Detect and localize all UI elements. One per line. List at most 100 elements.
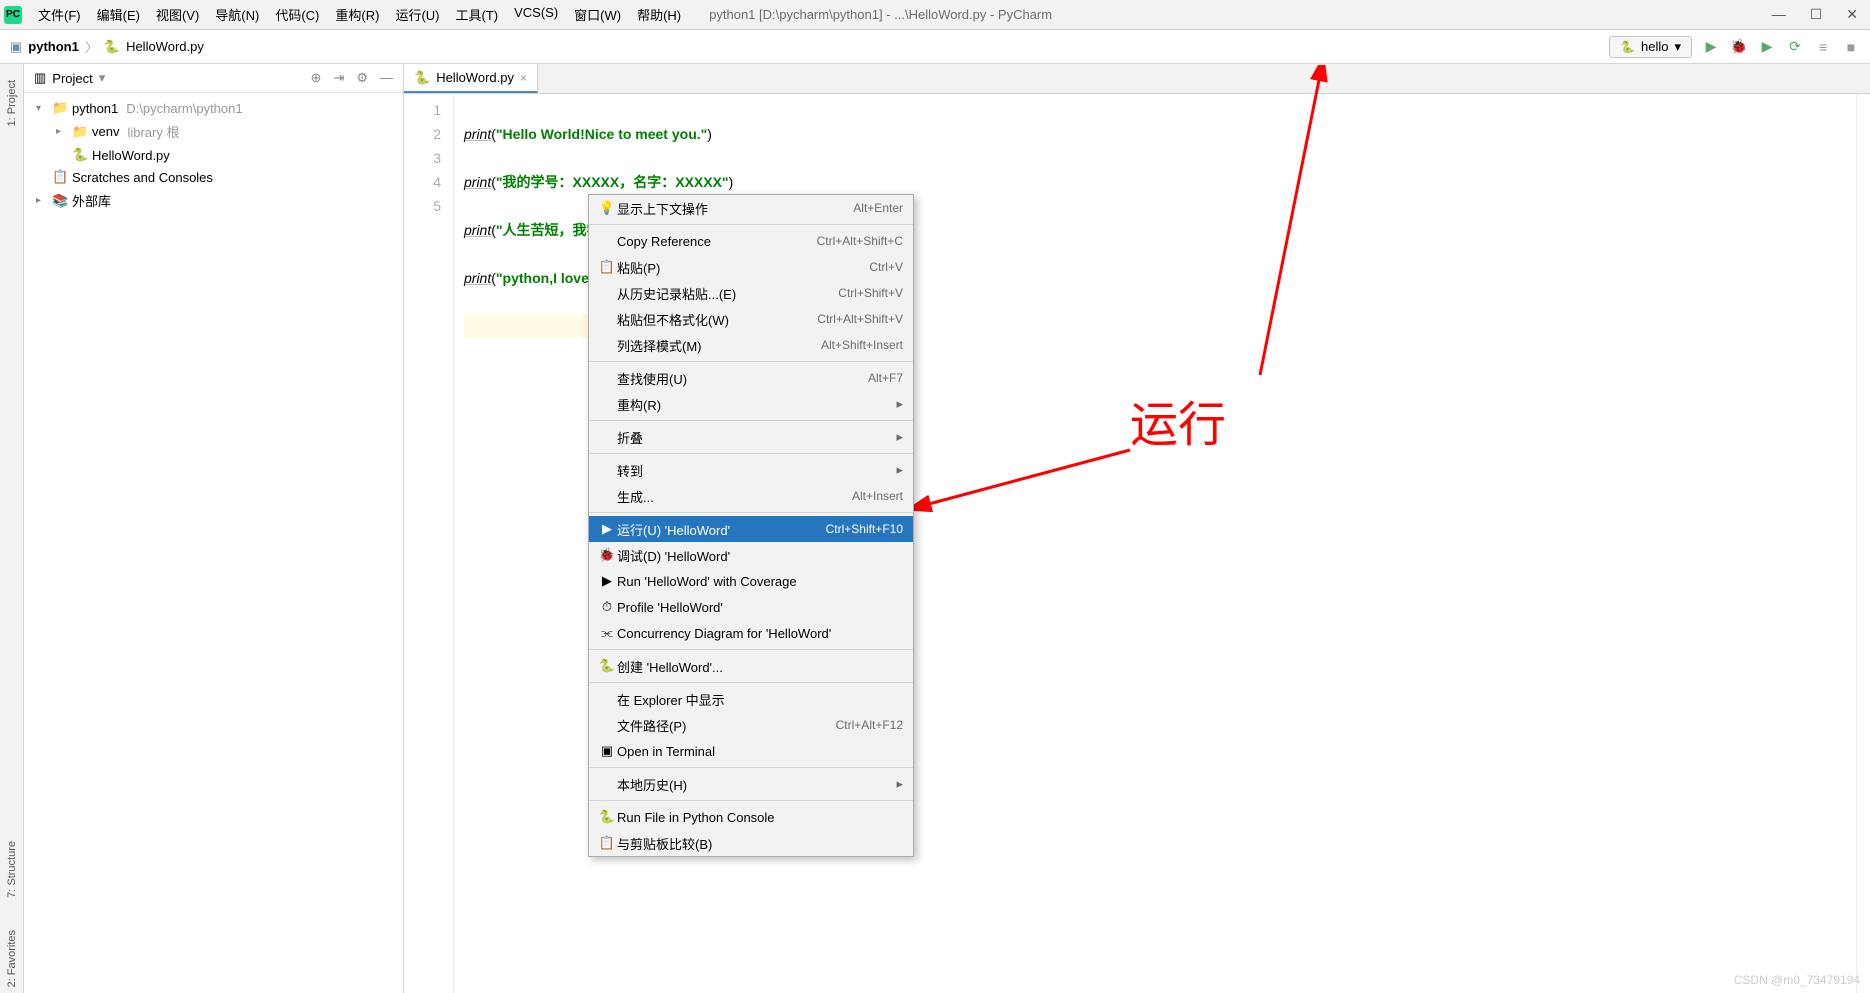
menu-separator bbox=[589, 453, 913, 454]
context-menu-item[interactable]: 重构(R)▸ bbox=[589, 391, 913, 417]
context-menu-item[interactable]: 粘贴但不格式化(W)Ctrl+Alt+Shift+V bbox=[589, 306, 913, 332]
maximize-icon[interactable]: ☐ bbox=[1810, 6, 1823, 23]
tool-tab-favorites[interactable]: 2: Favorites bbox=[4, 924, 20, 993]
close-icon[interactable]: ✕ bbox=[1846, 6, 1858, 23]
context-menu-item[interactable]: 列选择模式(M)Alt+Shift+Insert bbox=[589, 332, 913, 358]
menu-separator bbox=[589, 682, 913, 683]
debug-button[interactable]: 🐞 bbox=[1730, 38, 1748, 56]
app-logo-icon: PC bbox=[4, 6, 22, 24]
tree-node-label: venv bbox=[92, 124, 119, 139]
tree-row[interactable]: ▾📁python1D:\pycharm\python1 bbox=[24, 97, 403, 119]
tree-row[interactable]: 📋Scratches and Consoles bbox=[24, 166, 403, 188]
context-menu-item[interactable]: 🐞调试(D) 'HelloWord' bbox=[589, 542, 913, 568]
menu-item-label: 粘贴但不格式化(W) bbox=[617, 310, 817, 329]
menu-item-label: 生成... bbox=[617, 487, 852, 506]
context-menu-item[interactable]: ▶运行(U) 'HelloWord'Ctrl+Shift+F10 bbox=[589, 516, 913, 542]
tree-arrow-icon[interactable]: ▸ bbox=[36, 195, 48, 206]
breadcrumb-project[interactable]: python1 bbox=[28, 39, 79, 54]
python-file-icon: 🐍 bbox=[414, 70, 430, 86]
tree-row[interactable]: ▸📚外部库 bbox=[24, 188, 403, 213]
submenu-arrow-icon: ▸ bbox=[896, 429, 903, 445]
tool-tab-project[interactable]: 1: Project bbox=[4, 74, 20, 132]
target-icon[interactable]: ⊕ bbox=[311, 70, 322, 86]
tree-arrow-icon[interactable]: ▸ bbox=[56, 126, 68, 137]
menu-item[interactable]: 重构(R) bbox=[327, 1, 387, 28]
annotation-run-label: 运行 bbox=[1130, 385, 1226, 455]
window-title: python1 [D:\pycharm\python1] - ...\Hello… bbox=[709, 7, 1052, 22]
breadcrumb: ▣ python1 〉 🐍 HelloWord.py bbox=[10, 37, 204, 56]
chevron-down-icon: ▾ bbox=[1674, 39, 1681, 55]
menu-item-icon: ▶ bbox=[597, 521, 617, 537]
menu-item-label: 文件路径(P) bbox=[617, 716, 836, 735]
context-menu-item[interactable]: 🐍创建 'HelloWord'... bbox=[589, 653, 913, 679]
left-tool-stripe: 1: Project 7: Structure 2: Favorites bbox=[0, 64, 24, 993]
breadcrumb-file[interactable]: HelloWord.py bbox=[126, 39, 204, 54]
profile-button[interactable]: ⟳ bbox=[1786, 38, 1804, 56]
menu-item[interactable]: VCS(S) bbox=[506, 1, 566, 28]
tree-node-path: D:\pycharm\python1 bbox=[126, 101, 242, 116]
menu-item-icon: ⏱ bbox=[597, 599, 617, 615]
context-menu-item[interactable]: 从历史记录粘贴...(E)Ctrl+Shift+V bbox=[589, 280, 913, 306]
tree-row[interactable]: ▸ 📁 venv library 根 bbox=[24, 119, 403, 144]
watermark: CSDN @m0_73479194 bbox=[1734, 973, 1860, 987]
tree-arrow-icon[interactable]: ▾ bbox=[36, 103, 48, 114]
tree-node-label: HelloWord.py bbox=[92, 148, 170, 163]
gear-icon[interactable]: ⚙ bbox=[356, 70, 368, 86]
menu-item[interactable]: 工具(T) bbox=[447, 1, 506, 28]
folder-icon: ▣ bbox=[10, 39, 22, 55]
tool-tab-structure[interactable]: 7: Structure bbox=[4, 835, 20, 904]
context-menu-item[interactable]: 生成...Alt+Insert bbox=[589, 483, 913, 509]
run-config-selector[interactable]: hello ▾ bbox=[1609, 36, 1692, 58]
menu-item-label: 与剪贴板比较(B) bbox=[617, 834, 903, 853]
context-menu-item[interactable]: ▶Run 'HelloWord' with Coverage bbox=[589, 568, 913, 594]
menu-item-shortcut: Alt+Insert bbox=[852, 489, 903, 503]
chevron-down-icon[interactable]: ▾ bbox=[99, 70, 106, 86]
menu-item-icon: ▶ bbox=[597, 573, 617, 589]
context-menu-item[interactable]: ⫘Concurrency Diagram for 'HelloWord' bbox=[589, 620, 913, 646]
coverage-button[interactable]: ▶ bbox=[1758, 38, 1776, 56]
menu-item[interactable]: 视图(V) bbox=[148, 1, 207, 28]
menu-item[interactable]: 导航(N) bbox=[207, 1, 267, 28]
context-menu-item[interactable]: 📋粘贴(P)Ctrl+V bbox=[589, 254, 913, 280]
menu-item[interactable]: 帮助(H) bbox=[629, 1, 689, 28]
menu-item[interactable]: 文件(F) bbox=[30, 1, 89, 28]
menu-item[interactable]: 编辑(E) bbox=[89, 1, 148, 28]
menu-item[interactable]: 代码(C) bbox=[267, 1, 327, 28]
context-menu-item[interactable]: 💡显示上下文操作Alt+Enter bbox=[589, 195, 913, 221]
context-menu-item[interactable]: Copy ReferenceCtrl+Alt+Shift+C bbox=[589, 228, 913, 254]
context-menu-item[interactable]: 文件路径(P)Ctrl+Alt+F12 bbox=[589, 712, 913, 738]
submenu-arrow-icon: ▸ bbox=[896, 776, 903, 792]
menu-item[interactable]: 运行(U) bbox=[387, 1, 447, 28]
stop-button[interactable]: ■ bbox=[1842, 38, 1860, 56]
context-menu-item[interactable]: 📋与剪贴板比较(B) bbox=[589, 830, 913, 856]
tab-helloword[interactable]: 🐍 HelloWord.py × bbox=[404, 64, 538, 93]
collapse-icon[interactable]: ⇥ bbox=[333, 70, 344, 86]
menu-item-label: 从历史记录粘贴...(E) bbox=[617, 284, 838, 303]
tree-row[interactable]: 🐍HelloWord.py bbox=[24, 144, 403, 166]
tree-node-icon: 📁 bbox=[52, 100, 68, 116]
line-gutter: 1 2 3 4 5 bbox=[404, 94, 454, 993]
context-menu-item[interactable]: 在 Explorer 中显示 bbox=[589, 686, 913, 712]
menu-item[interactable]: 窗口(W) bbox=[566, 1, 629, 28]
context-menu-item[interactable]: 🐍Run File in Python Console bbox=[589, 804, 913, 830]
context-menu-item[interactable]: ⏱Profile 'HelloWord' bbox=[589, 594, 913, 620]
context-menu-item[interactable]: 转到▸ bbox=[589, 457, 913, 483]
tree-node-path: library 根 bbox=[127, 122, 179, 141]
more-actions-icon[interactable]: ≡ bbox=[1814, 38, 1832, 56]
project-tree[interactable]: ▾📁python1D:\pycharm\python1▸📁venvlibrary… bbox=[24, 93, 403, 217]
context-menu-item[interactable]: 本地历史(H)▸ bbox=[589, 771, 913, 797]
minimize-icon[interactable]: — bbox=[1772, 6, 1786, 23]
tree-node-icon: 📁 bbox=[72, 124, 88, 140]
editor-context-menu: 💡显示上下文操作Alt+Enter Copy ReferenceCtrl+Alt+… bbox=[588, 194, 914, 857]
hide-icon[interactable]: — bbox=[380, 70, 393, 86]
context-menu-item[interactable]: 查找使用(U)Alt+F7 bbox=[589, 365, 913, 391]
run-button[interactable]: ▶ bbox=[1702, 38, 1720, 56]
menu-item-label: 查找使用(U) bbox=[617, 369, 868, 388]
context-menu-item[interactable]: ▣Open in Terminal bbox=[589, 738, 913, 764]
menu-item-icon: 🐞 bbox=[597, 547, 617, 563]
menu-separator bbox=[589, 420, 913, 421]
context-menu-item[interactable]: 折叠▸ bbox=[589, 424, 913, 450]
menu-item-shortcut: Alt+Shift+Insert bbox=[821, 338, 903, 352]
menu-item-label: 创建 'HelloWord'... bbox=[617, 657, 903, 676]
close-tab-icon[interactable]: × bbox=[520, 71, 527, 85]
